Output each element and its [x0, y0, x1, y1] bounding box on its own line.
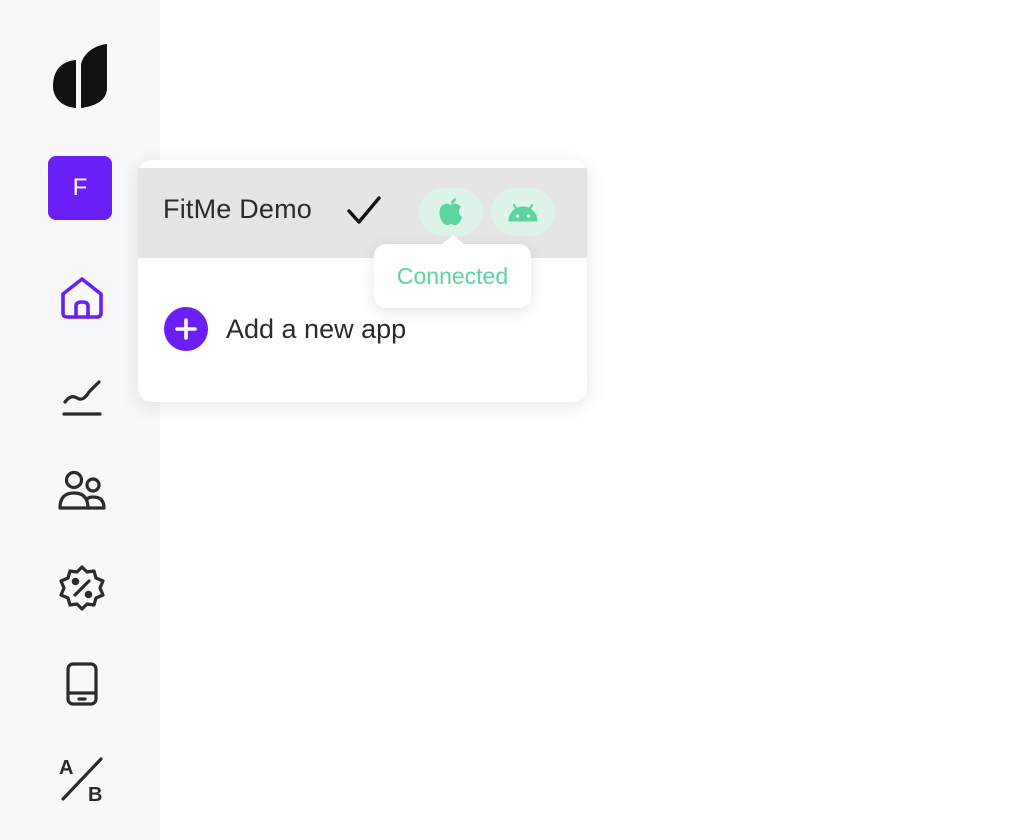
users-icon[interactable]	[56, 464, 108, 516]
app-name: FitMe Demo	[163, 194, 313, 224]
apple-icon	[439, 198, 462, 226]
tooltip-arrow	[441, 235, 465, 245]
add-new-app-label: Add a new app	[226, 313, 407, 344]
svg-text:B: B	[88, 784, 102, 805]
ab-test-icon[interactable]: A B	[56, 754, 108, 806]
connected-tooltip: Connected	[374, 235, 531, 308]
plus-circle-icon	[164, 307, 208, 351]
android-icon	[508, 203, 538, 222]
android-platform-button[interactable]	[491, 188, 555, 236]
discount-badge-icon[interactable]	[56, 562, 108, 614]
app-avatar-letter: F	[72, 174, 88, 201]
app-avatar[interactable]: F	[48, 156, 112, 220]
sidebar: F A B	[0, 0, 160, 840]
leaf-logo-icon	[53, 44, 107, 108]
app-switcher-popup: FitMe Demo Connected Add a new app	[138, 160, 587, 402]
checkmark-icon	[347, 196, 381, 224]
ios-platform-button[interactable]	[419, 188, 483, 236]
add-new-app-button[interactable]: Add a new app	[164, 306, 406, 352]
analytics-chart-icon[interactable]	[56, 370, 108, 422]
svg-text:A: A	[59, 757, 73, 779]
tooltip-text: Connected	[396, 262, 509, 289]
home-icon[interactable]	[56, 272, 108, 324]
mobile-device-icon[interactable]	[56, 658, 108, 710]
